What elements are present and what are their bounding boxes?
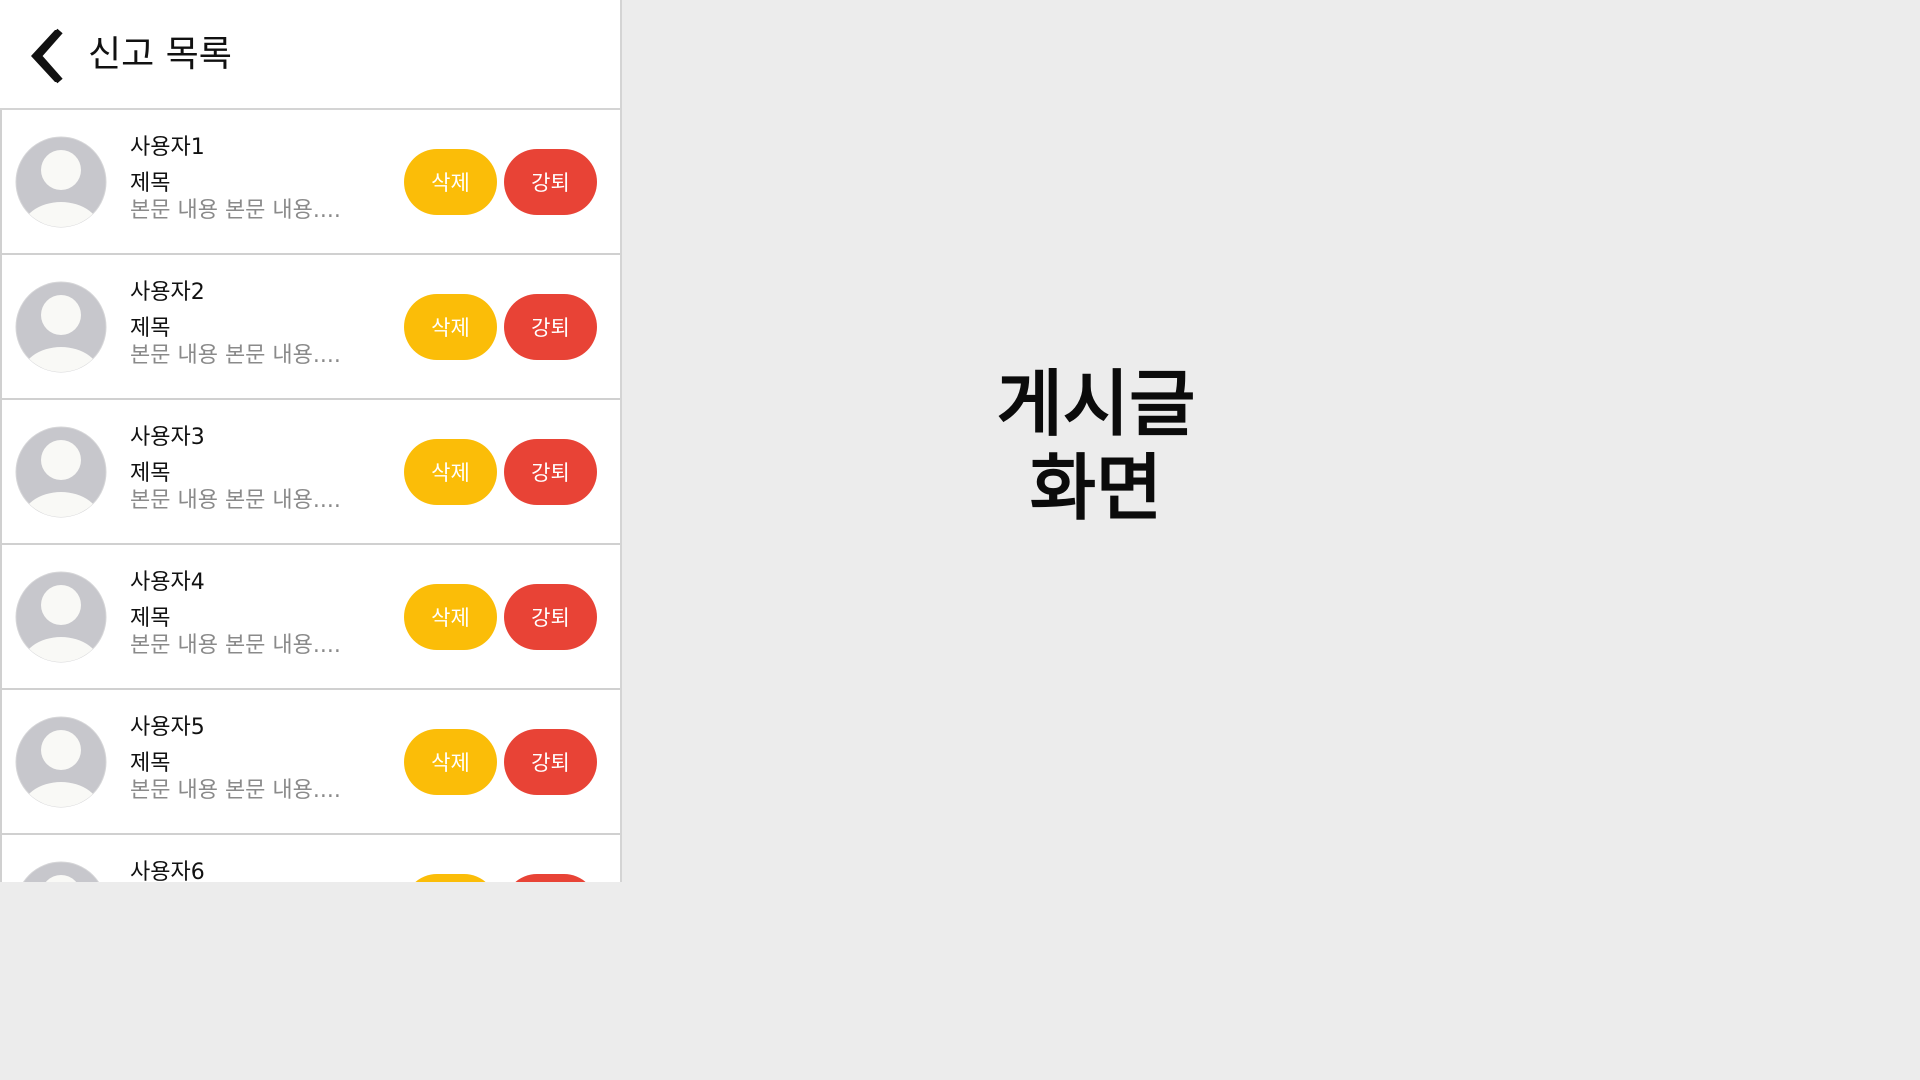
report-list-item[interactable]: 사용자6 제목 본문 내용 본문 내용.... 삭제 강퇴 <box>0 835 620 882</box>
kick-button[interactable]: 강퇴 <box>504 874 597 882</box>
report-list-item[interactable]: 사용자2 제목 본문 내용 본문 내용.... 삭제 강퇴 <box>0 255 620 400</box>
delete-button[interactable]: 삭제 <box>404 874 497 882</box>
report-post-title: 제목 <box>130 606 171 631</box>
report-post-body: 본문 내용 본문 내용.... <box>130 778 341 803</box>
report-user-name: 사용자6 <box>130 860 205 882</box>
report-post-body: 본문 내용 본문 내용.... <box>130 488 341 513</box>
report-list-item[interactable]: 사용자4 제목 본문 내용 본문 내용.... 삭제 강퇴 <box>0 545 620 690</box>
delete-button[interactable]: 삭제 <box>404 729 497 795</box>
report-post-title: 제목 <box>130 171 171 196</box>
delete-button[interactable]: 삭제 <box>404 149 497 215</box>
delete-button[interactable]: 삭제 <box>404 584 497 650</box>
kick-button[interactable]: 강퇴 <box>504 149 597 215</box>
post-view-panel: 게시글 화면 <box>624 0 1568 882</box>
user-avatar-icon <box>15 716 107 808</box>
page-title: 신고 목록 <box>88 34 232 75</box>
report-user-name: 사용자4 <box>130 570 205 595</box>
report-user-name: 사용자3 <box>130 425 205 450</box>
report-post-title: 제목 <box>130 751 171 776</box>
user-avatar-icon <box>15 571 107 663</box>
report-post-body: 본문 내용 본문 내용.... <box>130 343 341 368</box>
report-post-body: 본문 내용 본문 내용.... <box>130 633 341 658</box>
report-post-title: 제목 <box>130 461 171 486</box>
report-user-name: 사용자1 <box>130 135 205 160</box>
report-list: 사용자1 제목 본문 내용 본문 내용.... 삭제 강퇴 사용자2 제목 본문… <box>0 110 620 882</box>
user-avatar-icon <box>15 426 107 518</box>
back-button[interactable] <box>28 27 64 85</box>
report-list-item[interactable]: 사용자1 제목 본문 내용 본문 내용.... 삭제 강퇴 <box>0 110 620 255</box>
report-user-name: 사용자2 <box>130 280 205 305</box>
report-post-title: 제목 <box>130 316 171 341</box>
kick-button[interactable]: 강퇴 <box>504 439 597 505</box>
user-avatar-icon <box>15 136 107 228</box>
report-list-panel: 신고 목록 사용자1 제목 본문 내용 본문 내용.... 삭제 강퇴 사용자2… <box>0 0 622 882</box>
delete-button[interactable]: 삭제 <box>404 439 497 505</box>
post-view-label-line2: 화면 <box>1029 446 1163 530</box>
kick-button[interactable]: 강퇴 <box>504 294 597 360</box>
post-view-placeholder: 게시글 화면 <box>997 362 1196 530</box>
kick-button[interactable]: 강퇴 <box>504 584 597 650</box>
report-post-body: 본문 내용 본문 내용.... <box>130 198 341 223</box>
app-root: 신고 목록 사용자1 제목 본문 내용 본문 내용.... 삭제 강퇴 사용자2… <box>0 0 1568 882</box>
user-avatar-icon <box>15 281 107 373</box>
user-avatar-icon <box>22 861 100 882</box>
report-list-item[interactable]: 사용자5 제목 본문 내용 본문 내용.... 삭제 강퇴 <box>0 690 620 835</box>
report-list-item[interactable]: 사용자3 제목 본문 내용 본문 내용.... 삭제 강퇴 <box>0 400 620 545</box>
report-user-name: 사용자5 <box>130 715 205 740</box>
kick-button[interactable]: 강퇴 <box>504 729 597 795</box>
header: 신고 목록 <box>0 0 620 110</box>
chevron-left-icon <box>31 28 63 84</box>
delete-button[interactable]: 삭제 <box>404 294 497 360</box>
post-view-label-line1: 게시글 <box>996 362 1196 446</box>
